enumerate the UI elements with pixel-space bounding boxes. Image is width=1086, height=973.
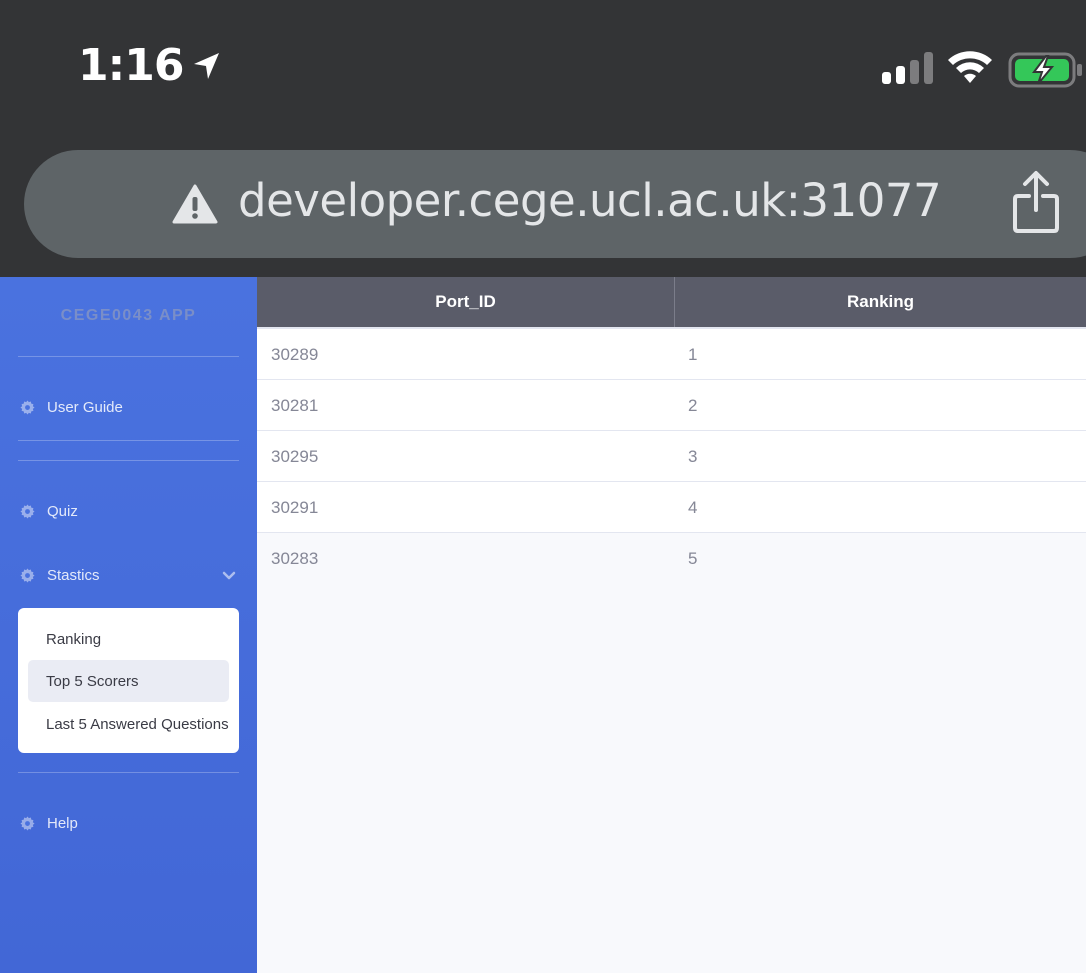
location-arrow-icon bbox=[194, 52, 220, 79]
column-header-port-id[interactable]: Port_ID bbox=[257, 277, 674, 327]
stastics-submenu: Ranking Top 5 Scorers Last 5 Answered Qu… bbox=[18, 608, 239, 753]
sidebar-item-label: Stastics bbox=[47, 567, 100, 584]
sidebar-item-stastics[interactable]: Stastics bbox=[20, 567, 100, 584]
share-icon[interactable] bbox=[1012, 170, 1060, 234]
sidebar-item-quiz[interactable]: Quiz bbox=[20, 503, 78, 520]
sidebar-divider bbox=[18, 440, 239, 441]
sidebar-item-label: Help bbox=[47, 815, 78, 832]
sidebar: CEGE0043 APP User Guide Quiz Stastics Ra… bbox=[0, 277, 257, 973]
cell-ranking: 3 bbox=[688, 446, 698, 466]
cell-port-id: 30281 bbox=[271, 395, 319, 415]
sidebar-item-label: Quiz bbox=[47, 503, 78, 520]
cell-ranking: 1 bbox=[688, 344, 698, 364]
wifi-icon bbox=[948, 51, 992, 83]
table-header: Port_ID Ranking bbox=[257, 277, 1086, 329]
address-bar[interactable]: developer.cege.ucl.ac.uk:31077 bbox=[24, 150, 1086, 258]
gear-icon bbox=[20, 400, 35, 415]
cell-port-id: 30283 bbox=[271, 548, 319, 568]
sidebar-item-label: User Guide bbox=[47, 399, 123, 416]
table-row: 30295 3 bbox=[257, 431, 1086, 482]
gear-icon bbox=[20, 504, 35, 519]
clock-label: 1:16 bbox=[78, 40, 184, 91]
table-row: 30289 1 bbox=[257, 329, 1086, 380]
cell-ranking: 4 bbox=[688, 497, 698, 517]
sidebar-divider bbox=[18, 772, 239, 773]
sidebar-divider bbox=[18, 356, 239, 357]
cell-port-id: 30291 bbox=[271, 497, 319, 517]
chevron-down-icon[interactable] bbox=[222, 571, 236, 581]
cell-port-id: 30289 bbox=[271, 344, 319, 364]
cellular-signal-icon bbox=[882, 52, 933, 84]
table-row: 30291 4 bbox=[257, 482, 1086, 533]
sidebar-divider bbox=[18, 460, 239, 461]
cell-ranking: 5 bbox=[688, 548, 698, 568]
submenu-item-last-5-answered[interactable]: Last 5 Answered Questions bbox=[28, 703, 229, 745]
warning-icon bbox=[172, 184, 218, 224]
sidebar-item-help[interactable]: Help bbox=[20, 815, 78, 832]
status-time: 1:16 bbox=[78, 40, 223, 91]
battery-charging-icon bbox=[1008, 52, 1082, 88]
cell-port-id: 30295 bbox=[271, 446, 319, 466]
sidebar-brand[interactable]: CEGE0043 APP bbox=[0, 307, 257, 325]
submenu-item-ranking[interactable]: Ranking bbox=[28, 618, 229, 660]
table-row: 30283 5 bbox=[257, 533, 1086, 584]
url-text: developer.cege.ucl.ac.uk:31077 bbox=[238, 174, 942, 227]
table-row: 30281 2 bbox=[257, 380, 1086, 431]
gear-icon bbox=[20, 568, 35, 583]
gear-icon bbox=[20, 816, 35, 831]
browser-chrome: 1:16 developer.cege.ucl.ac.uk:31077 bbox=[0, 0, 1086, 277]
cell-ranking: 2 bbox=[688, 395, 698, 415]
sidebar-item-user-guide[interactable]: User Guide bbox=[20, 399, 123, 416]
column-header-ranking[interactable]: Ranking bbox=[675, 277, 1086, 327]
submenu-item-top-5-scorers[interactable]: Top 5 Scorers bbox=[28, 660, 229, 702]
